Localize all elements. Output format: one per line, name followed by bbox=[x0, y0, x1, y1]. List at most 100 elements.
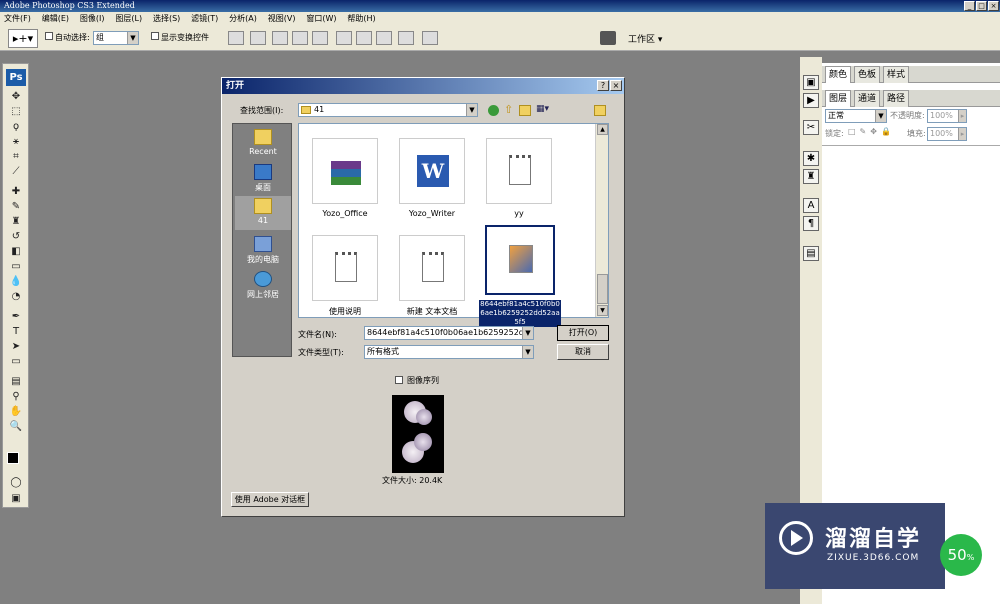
eraser-tool-icon[interactable]: ◧ bbox=[8, 245, 24, 258]
paragraph-panel-icon[interactable]: ¶ bbox=[803, 216, 819, 231]
fill-input[interactable]: 100% ▸ bbox=[927, 127, 967, 141]
distribute-left-icon[interactable] bbox=[398, 31, 414, 45]
place-my-computer[interactable]: 我的电脑 bbox=[235, 236, 291, 265]
look-in-dropdown[interactable]: 41 ▼ bbox=[298, 103, 478, 117]
browse-folder-icon[interactable] bbox=[594, 105, 606, 116]
align-vcenter-icon[interactable] bbox=[250, 31, 266, 45]
menu-file[interactable]: 文件(F) bbox=[4, 12, 31, 26]
tab-layers[interactable]: 图层 bbox=[825, 90, 852, 107]
menu-window[interactable]: 窗口(W) bbox=[306, 12, 336, 26]
filetype-dropdown[interactable]: 所有格式 ▼ bbox=[364, 345, 534, 359]
file-item[interactable]: yy bbox=[479, 138, 559, 218]
tool-presets-icon[interactable]: ✂ bbox=[803, 120, 819, 135]
scroll-up-icon[interactable]: ▲ bbox=[597, 124, 608, 135]
menu-select[interactable]: 选择(S) bbox=[153, 12, 180, 26]
file-item[interactable]: W Yozo_Writer bbox=[392, 138, 472, 218]
zoom-tool-icon[interactable]: 🔍 bbox=[8, 420, 24, 433]
maximize-button[interactable]: □ bbox=[976, 1, 987, 11]
menu-help[interactable]: 帮助(H) bbox=[347, 12, 375, 26]
menu-image[interactable]: 图像(I) bbox=[80, 12, 105, 26]
auto-select-checkbox[interactable] bbox=[45, 32, 53, 40]
align-left-icon[interactable] bbox=[292, 31, 308, 45]
tab-styles[interactable]: 样式 bbox=[883, 66, 910, 83]
magic-wand-icon[interactable]: ⚹ bbox=[8, 135, 24, 148]
place-desktop[interactable]: 桌面 bbox=[235, 164, 291, 193]
place-network[interactable]: 网上邻居 bbox=[235, 271, 291, 300]
place-recent[interactable]: Recent bbox=[235, 129, 291, 156]
screen-mode-icon[interactable]: ▣ bbox=[8, 492, 24, 505]
auto-align-icon[interactable] bbox=[422, 31, 438, 45]
notes-tool-icon[interactable]: ▤ bbox=[8, 375, 24, 388]
lock-icons[interactable]: □✎✥🔒 bbox=[848, 127, 895, 136]
dodge-tool-icon[interactable]: ◔ bbox=[8, 290, 24, 303]
image-sequence-checkbox[interactable] bbox=[395, 376, 403, 384]
shape-tool-icon[interactable]: ▭ bbox=[8, 355, 24, 368]
minimize-button[interactable]: _ bbox=[964, 1, 975, 11]
clone-stamp-icon[interactable]: ♜ bbox=[8, 215, 24, 228]
file-item[interactable]: 新建 文本文档 bbox=[392, 235, 472, 317]
hand-tool-icon[interactable]: ✋ bbox=[8, 405, 24, 418]
lasso-tool-icon[interactable]: ϙ bbox=[8, 120, 24, 133]
new-folder-icon[interactable] bbox=[519, 105, 531, 116]
distribute-bottom-icon[interactable] bbox=[376, 31, 392, 45]
scroll-thumb[interactable] bbox=[597, 274, 608, 304]
menu-filter[interactable]: 滤镜(T) bbox=[191, 12, 218, 26]
clone-source-icon[interactable]: ♜ bbox=[803, 169, 819, 184]
close-window-button[interactable]: × bbox=[988, 1, 999, 11]
tab-color[interactable]: 颜色 bbox=[825, 66, 852, 83]
menu-edit[interactable]: 编辑(E) bbox=[42, 12, 69, 26]
histogram-panel-icon[interactable]: ▶ bbox=[803, 93, 819, 108]
blend-mode-dropdown[interactable]: 正常 ▼ bbox=[825, 109, 887, 123]
blur-tool-icon[interactable]: 💧 bbox=[8, 275, 24, 288]
align-top-icon[interactable] bbox=[228, 31, 244, 45]
opacity-input[interactable]: 100% ▸ bbox=[927, 109, 967, 123]
eyedropper-icon[interactable]: ⚲ bbox=[8, 390, 24, 403]
close-dialog-button[interactable]: × bbox=[610, 80, 622, 91]
menu-view[interactable]: 视图(V) bbox=[268, 12, 296, 26]
distribute-center-icon[interactable] bbox=[356, 31, 372, 45]
menu-analysis[interactable]: 分析(A) bbox=[229, 12, 257, 26]
back-icon[interactable] bbox=[488, 105, 499, 116]
workspace-button[interactable]: 工作区 ▾ bbox=[628, 32, 662, 45]
gradient-tool-icon[interactable]: ▭ bbox=[8, 260, 24, 273]
scroll-down-icon[interactable]: ▼ bbox=[597, 305, 608, 316]
filename-input[interactable]: 8644ebf81a4c510f0b06ae1b6259252dd52aa5f5… bbox=[364, 326, 534, 340]
menu-layer[interactable]: 图层(L) bbox=[115, 12, 142, 26]
help-button[interactable]: ? bbox=[597, 80, 609, 91]
move-tool-icon[interactable]: ✥ bbox=[8, 90, 24, 103]
bridge-icon[interactable] bbox=[600, 31, 616, 45]
foreground-color-swatch[interactable] bbox=[7, 452, 19, 464]
character-panel-icon[interactable]: A bbox=[803, 198, 819, 213]
tab-channels[interactable]: 通道 bbox=[854, 90, 881, 107]
open-button[interactable]: 打开(O) bbox=[557, 325, 609, 341]
auto-select-dropdown[interactable]: 组 ▼ bbox=[93, 31, 139, 45]
brushes-panel-icon[interactable]: ✱ bbox=[803, 151, 819, 166]
file-item[interactable]: Yozo_Office bbox=[305, 138, 385, 218]
distribute-top-icon[interactable] bbox=[336, 31, 352, 45]
quick-mask-icon[interactable]: ◯ bbox=[8, 476, 24, 489]
brush-tool-icon[interactable]: ✎ bbox=[8, 200, 24, 213]
file-list-scrollbar[interactable]: ▲ ▼ bbox=[595, 124, 608, 317]
tab-swatches[interactable]: 色板 bbox=[854, 66, 881, 83]
use-adobe-dialog-button[interactable]: 使用 Adobe 对话框 bbox=[231, 492, 309, 507]
ps-logo[interactable]: Ps bbox=[6, 69, 26, 86]
move-tool-preset-picker[interactable]: ▸+▾ bbox=[8, 29, 38, 48]
marquee-tool-icon[interactable]: ⬚ bbox=[8, 105, 24, 118]
healing-brush-icon[interactable]: ✚ bbox=[8, 185, 24, 198]
align-hcenter-icon[interactable] bbox=[312, 31, 328, 45]
cancel-button[interactable]: 取消 bbox=[557, 344, 609, 360]
file-item-selected[interactable]: 8644ebf81a4c510f0b06ae1b6259252dd52aa5f5 bbox=[479, 225, 561, 327]
crop-tool-icon[interactable]: ⌗ bbox=[8, 150, 24, 163]
up-folder-icon[interactable]: ⇧ bbox=[504, 104, 516, 116]
align-bottom-icon[interactable] bbox=[272, 31, 288, 45]
type-tool-icon[interactable]: T bbox=[8, 325, 24, 338]
show-transform-checkbox[interactable] bbox=[151, 32, 159, 40]
layer-comps-icon[interactable]: ▤ bbox=[803, 246, 819, 261]
history-brush-icon[interactable]: ↺ bbox=[8, 230, 24, 243]
view-menu-icon[interactable]: ▦▾ bbox=[536, 104, 552, 116]
file-item[interactable]: 使用说明 bbox=[305, 235, 385, 317]
path-selection-icon[interactable]: ➤ bbox=[8, 340, 24, 353]
slice-tool-icon[interactable]: ⟋ bbox=[8, 165, 24, 178]
place-41[interactable]: 41 bbox=[235, 196, 291, 230]
tab-paths[interactable]: 路径 bbox=[883, 90, 910, 107]
